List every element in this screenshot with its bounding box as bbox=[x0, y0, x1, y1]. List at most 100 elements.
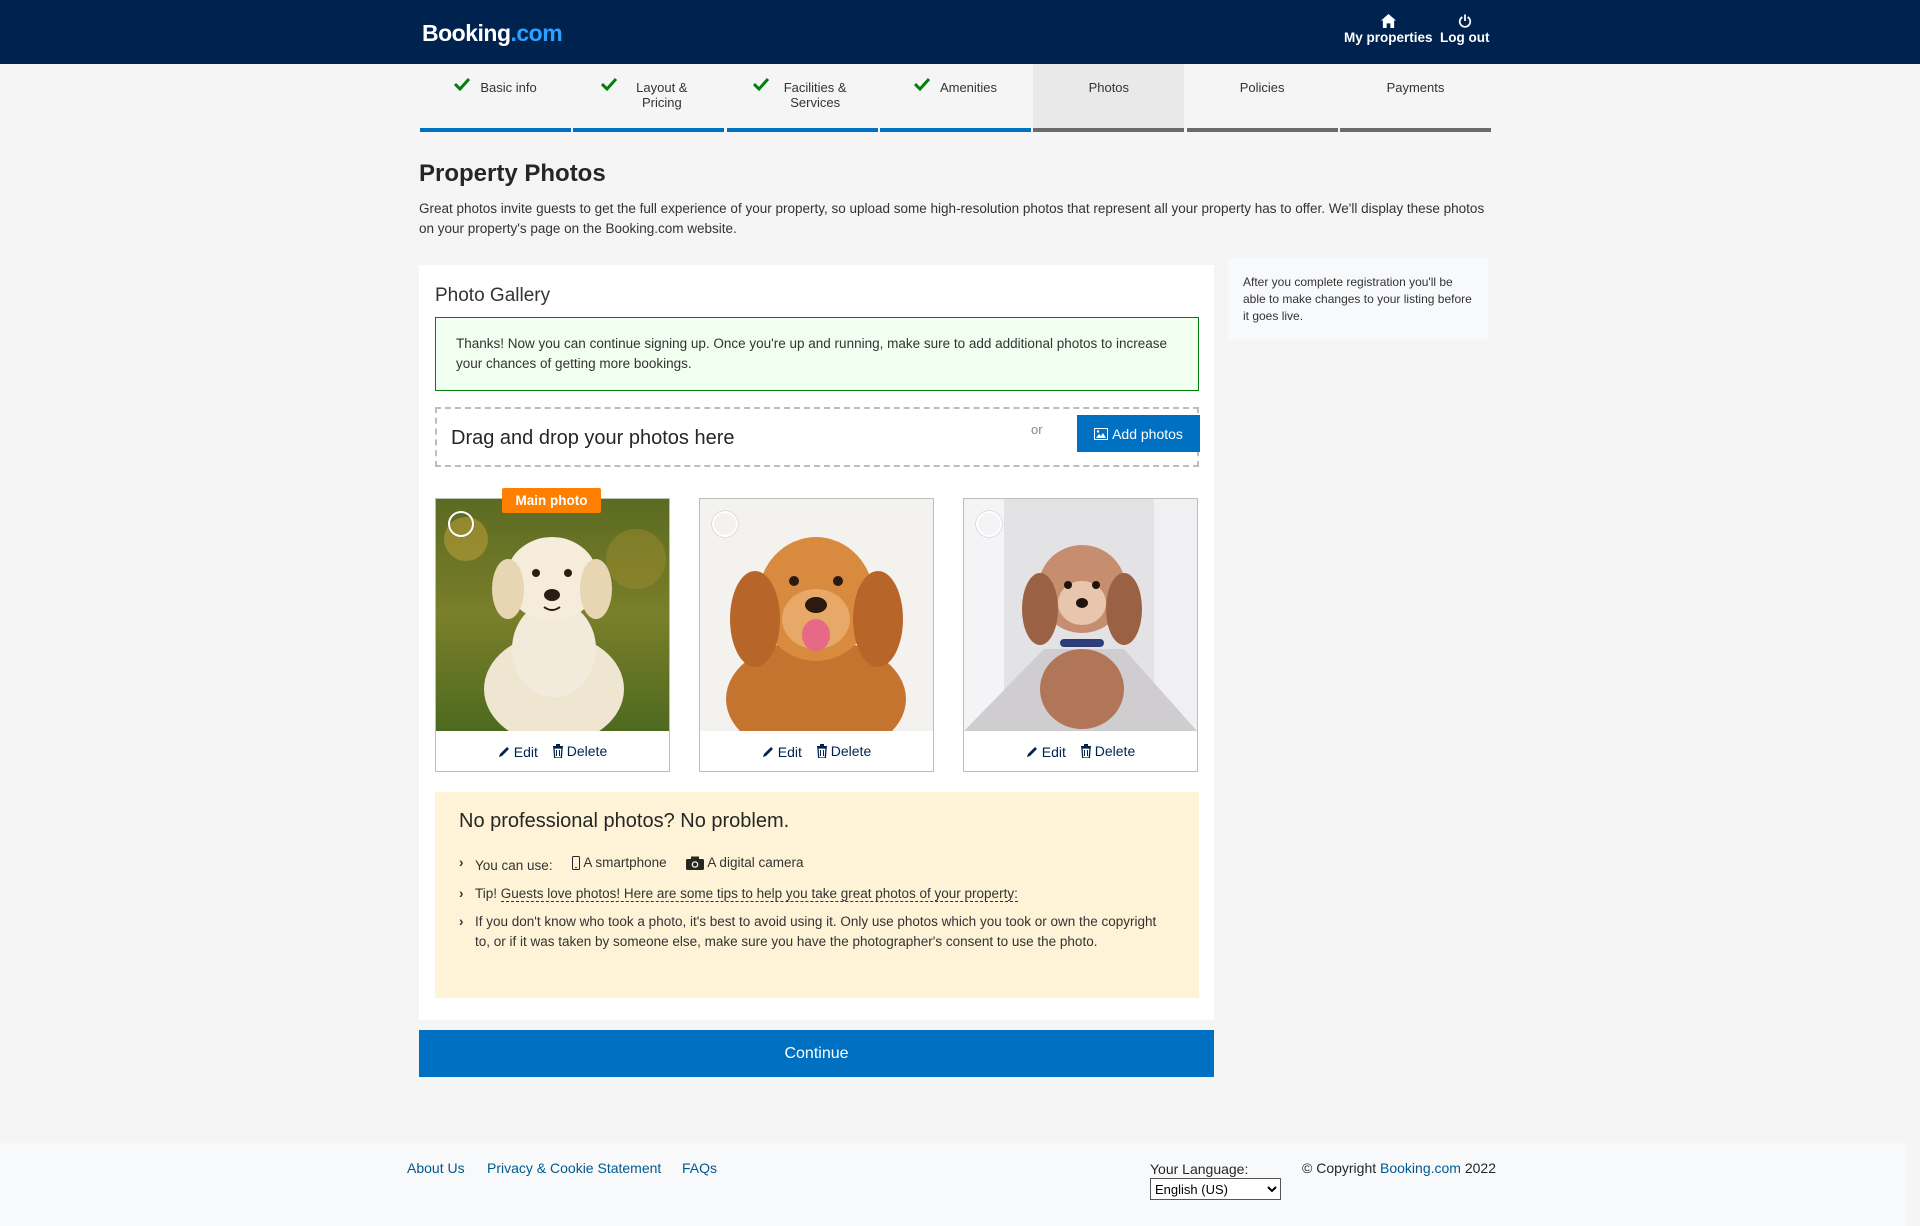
my-properties-button[interactable]: My properties bbox=[1344, 14, 1433, 45]
edit-photo-button[interactable]: Edit bbox=[1026, 744, 1066, 760]
photo-card: Edit Delete bbox=[435, 498, 670, 772]
edit-photo-button[interactable]: Edit bbox=[498, 744, 538, 760]
trash-icon bbox=[1080, 744, 1091, 758]
booking-logo[interactable]: Booking.com bbox=[422, 20, 563, 47]
pencil-icon bbox=[1026, 747, 1037, 757]
checkmark-icon bbox=[913, 77, 930, 91]
tip-copyright: › If you don't know who took a photo, it… bbox=[459, 912, 1175, 952]
step-label: Layout & Pricing bbox=[636, 80, 688, 110]
delete-photo-button[interactable]: Delete bbox=[1080, 743, 1135, 759]
step-progress-bar bbox=[573, 128, 725, 132]
gallery-title: Photo Gallery bbox=[435, 285, 551, 306]
step-label: Basic info bbox=[480, 80, 537, 95]
step-progress-bar bbox=[726, 128, 878, 132]
about-us-link[interactable]: About Us bbox=[407, 1160, 465, 1176]
step-basic-info[interactable]: Basic info bbox=[420, 64, 571, 132]
select-photo-radio[interactable] bbox=[712, 511, 738, 537]
step-label: Policies bbox=[1239, 80, 1285, 95]
log-out-label: Log out bbox=[1440, 30, 1490, 45]
delete-photo-button[interactable]: Delete bbox=[816, 743, 871, 759]
delete-label: Delete bbox=[1094, 743, 1136, 759]
checkmark-icon bbox=[454, 77, 471, 91]
copyright-text: © Copyright Booking.com 2022 bbox=[1302, 1160, 1496, 1176]
top-navbar: Booking.com My properties Log out bbox=[0, 0, 1920, 64]
step-label: Photos bbox=[1088, 80, 1130, 95]
language-label: Your Language: bbox=[1150, 1161, 1249, 1177]
image-icon bbox=[1094, 427, 1109, 440]
faqs-link[interactable]: FAQs bbox=[682, 1160, 717, 1176]
add-photos-label: Add photos bbox=[1112, 425, 1183, 442]
select-photo-radio[interactable] bbox=[976, 511, 1002, 537]
delete-label: Delete bbox=[566, 743, 608, 759]
photo-actions: Edit Delete bbox=[700, 743, 933, 761]
tip-guests-love-photos: › Tip! Guests love photos! Here are some… bbox=[459, 884, 1175, 904]
you-can-use-text: You can use: bbox=[475, 858, 553, 873]
photo-card: Edit Delete bbox=[699, 498, 934, 772]
page-description: Great photos invite guests to get the fu… bbox=[419, 201, 1485, 236]
step-progress-bar bbox=[420, 128, 571, 132]
camera-item: A digital camera bbox=[686, 853, 803, 873]
registration-side-note: After you complete registration you'll b… bbox=[1228, 258, 1488, 340]
trash-icon bbox=[816, 744, 827, 758]
smartphone-label: A smartphone bbox=[583, 855, 667, 870]
language-select[interactable]: English (US) bbox=[1150, 1178, 1281, 1200]
edit-photo-button[interactable]: Edit bbox=[762, 744, 802, 760]
page-title: Property Photos bbox=[419, 160, 606, 187]
trash-icon bbox=[552, 744, 563, 758]
chevron-right-icon: › bbox=[459, 886, 464, 901]
step-amenities[interactable]: Amenities bbox=[879, 64, 1031, 132]
main-photo-badge: Main photo bbox=[502, 488, 601, 513]
photo-actions: Edit Delete bbox=[964, 743, 1197, 761]
checkmark-icon bbox=[600, 77, 617, 91]
dog-photo-labrador[interactable] bbox=[436, 499, 669, 731]
select-photo-radio[interactable] bbox=[448, 511, 474, 537]
step-progress-bar bbox=[1186, 128, 1338, 132]
tip-devices: › You can use: A smartphone A digital ca… bbox=[459, 853, 1175, 876]
photo-drop-zone[interactable]: Drag and drop your photos here or Add ph… bbox=[435, 407, 1200, 467]
photo-tips-link[interactable]: Guests love photos! Here are some tips t… bbox=[500, 886, 1018, 902]
chevron-right-icon: › bbox=[459, 855, 464, 870]
step-progress-bar bbox=[879, 128, 1031, 132]
step-photos[interactable]: Photos bbox=[1033, 64, 1185, 132]
step-payments[interactable]: Payments bbox=[1339, 64, 1491, 132]
logo-main-text: Booking bbox=[422, 20, 511, 46]
dog-photo-cavapoo[interactable] bbox=[964, 499, 1197, 731]
step-label: Amenities bbox=[939, 80, 998, 95]
registration-steps: Basic info Layout & Pricing Facilities &… bbox=[420, 64, 1491, 132]
camera-icon bbox=[686, 856, 705, 870]
power-icon bbox=[1458, 14, 1471, 28]
dog-photo-golden-retriever[interactable] bbox=[700, 499, 933, 731]
edit-label: Edit bbox=[513, 743, 538, 760]
copyright-year: 2022 bbox=[1464, 1160, 1496, 1176]
home-icon bbox=[1380, 14, 1396, 28]
edit-label: Edit bbox=[1041, 743, 1066, 760]
step-layout-pricing[interactable]: Layout & Pricing bbox=[573, 64, 725, 132]
step-policies[interactable]: Policies bbox=[1186, 64, 1338, 132]
copyright-brand-link[interactable]: Booking.com bbox=[1380, 1160, 1461, 1176]
log-out-button[interactable]: Log out bbox=[1440, 14, 1489, 45]
delete-photo-button[interactable]: Delete bbox=[552, 743, 607, 759]
copyright-prefix: © Copyright bbox=[1302, 1160, 1377, 1176]
step-label: Facilities & Services bbox=[783, 80, 847, 110]
step-progress-bar bbox=[1339, 128, 1491, 132]
photo-gallery-card: Photo Gallery Thanks! Now you can contin… bbox=[419, 265, 1214, 1020]
add-photos-button[interactable]: Add photos bbox=[1077, 415, 1200, 452]
camera-label: A digital camera bbox=[707, 855, 804, 870]
edit-label: Edit bbox=[777, 743, 802, 760]
footer: About Us Privacy & Cookie Statement FAQs… bbox=[0, 1143, 1906, 1226]
drop-zone-text: Drag and drop your photos here bbox=[451, 427, 735, 449]
chevron-right-icon: › bbox=[459, 914, 464, 929]
delete-label: Delete bbox=[830, 743, 872, 759]
checkmark-icon bbox=[753, 77, 770, 91]
privacy-link[interactable]: Privacy & Cookie Statement bbox=[487, 1160, 661, 1176]
smartphone-item: A smartphone bbox=[572, 853, 667, 873]
step-facilities-services[interactable]: Facilities & Services bbox=[726, 64, 878, 132]
tips-heading: No professional photos? No problem. bbox=[459, 810, 790, 832]
photo-tips-box: No professional photos? No problem. › Yo… bbox=[435, 792, 1199, 998]
step-progress-bar bbox=[1033, 128, 1185, 132]
success-message: Thanks! Now you can continue signing up.… bbox=[435, 317, 1199, 391]
step-label: Payments bbox=[1386, 80, 1445, 95]
pencil-icon bbox=[762, 747, 773, 757]
continue-button[interactable]: Continue bbox=[419, 1030, 1214, 1077]
logo-suffix-text: .com bbox=[510, 20, 563, 46]
